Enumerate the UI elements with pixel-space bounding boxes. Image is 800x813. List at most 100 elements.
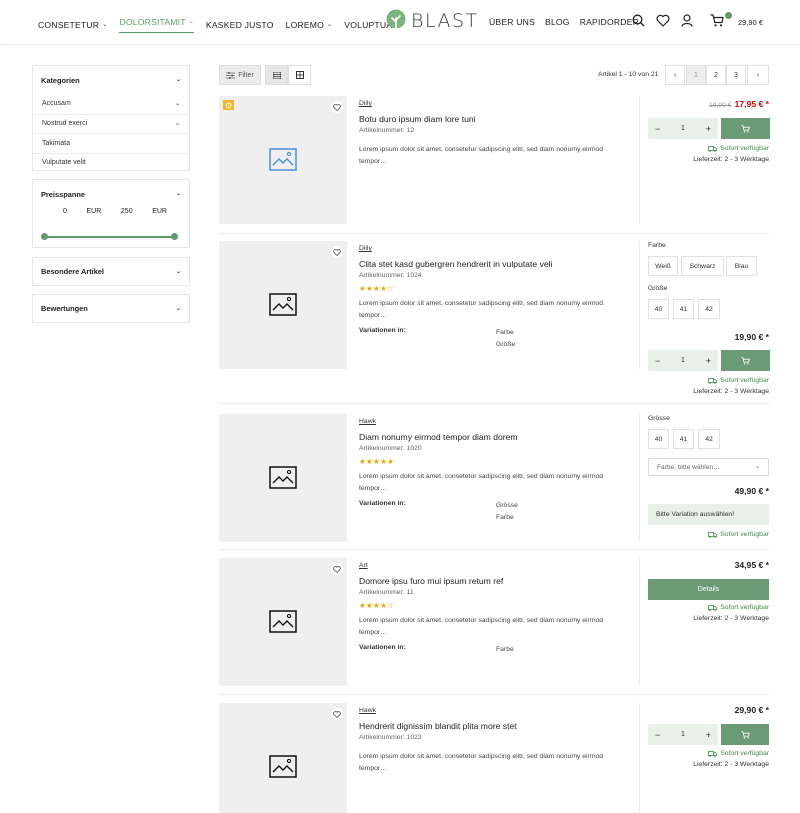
filter-ratings[interactable]: Bewertungen ⌄ [32, 294, 190, 323]
pagination-page-1[interactable]: 1 [686, 65, 706, 85]
nav-item-dolorsitamit[interactable]: DOLORSITAMIT ⌄ [119, 17, 194, 33]
nav-item-kasked-justo[interactable]: KASKED JUSTO [206, 17, 274, 33]
variation-item: Größe [496, 340, 516, 348]
plus-icon[interactable]: + [706, 356, 711, 366]
product-image[interactable] [219, 241, 347, 369]
option-size-42[interactable]: 42 [698, 299, 720, 319]
add-to-cart-button[interactable] [721, 118, 770, 139]
product-image[interactable] [219, 703, 347, 813]
filter-special[interactable]: Besondere Artikel ⌄ [32, 257, 190, 286]
filter-ratings-header[interactable]: Bewertungen ⌄ [33, 295, 189, 322]
nav-item-rapidorder[interactable]: RAPIDORDER [580, 17, 639, 27]
product-title[interactable]: Hendrerit dignissim blandit plita more s… [359, 721, 629, 731]
wishlist-button[interactable] [331, 708, 343, 720]
option-size-41[interactable]: 41 [673, 299, 694, 319]
grid-view-button[interactable] [288, 65, 311, 85]
availability-status: Sofort verfügbar [708, 750, 769, 757]
minus-icon[interactable]: − [655, 356, 660, 366]
filter-price: Preisspanne ⌄ 0 EUR 250 EUR [32, 179, 190, 248]
option-blau[interactable]: Blau [726, 256, 757, 276]
add-to-cart-button[interactable] [721, 724, 769, 745]
pagination-prev[interactable]: ‹ [665, 65, 685, 85]
product-price: 29,90 € * [734, 705, 769, 715]
filter-price-header[interactable]: Preisspanne ⌄ [33, 180, 189, 208]
option-size-40[interactable]: 40 [648, 429, 669, 449]
quantity-stepper[interactable]: − 1 + [648, 350, 718, 371]
heart-icon[interactable] [656, 14, 670, 27]
add-to-cart-button[interactable] [721, 350, 770, 371]
option-weiss[interactable]: Weiß [648, 256, 678, 276]
cart-count-badge [725, 12, 732, 19]
price-max[interactable]: 250 [121, 208, 133, 215]
cart-total[interactable]: 29,90 € [738, 18, 763, 27]
chevron-down-icon[interactable]: ⌄ [175, 121, 180, 127]
product-number: Artikelnummer: 11 [359, 589, 414, 596]
product-title[interactable]: Diam nonumy eirmod tempor diam dorem [359, 432, 629, 442]
product-brand-link[interactable]: Dilly [359, 245, 629, 252]
quantity-stepper[interactable]: − 1 + [648, 724, 718, 745]
list-view-button[interactable] [265, 65, 288, 85]
nav-item-ueber-uns[interactable]: ÜBER UNS [489, 17, 535, 27]
filter-categories-header[interactable]: Kategorien ⌄ [33, 66, 189, 94]
product-description: Lorem ipsum dolor sit amet, consetetur s… [359, 146, 604, 165]
site-logo[interactable]: BLAST [385, 9, 479, 33]
nav-item-blog[interactable]: BLOG [545, 17, 570, 27]
product-brand-link[interactable]: Art [359, 562, 629, 569]
category-item-nostrud-exerci[interactable]: Nostrud exerci ⌄ [33, 113, 189, 134]
price-slider-max-handle[interactable] [171, 233, 178, 240]
wishlist-button[interactable] [331, 246, 343, 258]
price-min-currency: EUR [86, 208, 102, 215]
product-image[interactable] [219, 96, 347, 224]
filter-button[interactable]: Filter [219, 65, 261, 85]
nav-item-consetetur[interactable]: CONSETETUR ⌄ [38, 17, 107, 33]
cart-icon[interactable] [710, 14, 724, 27]
product-number: Artikelnummer: 1020 [359, 445, 422, 452]
pagination-page-2[interactable]: 2 [706, 65, 726, 85]
sale-price: 17,95 € * [734, 99, 769, 109]
option-schwarz[interactable]: Schwarz [681, 256, 724, 276]
category-item-vulputate-velit[interactable]: Vulputate velit [33, 152, 189, 173]
option-size-40[interactable]: 40 [648, 299, 669, 319]
filter-special-header[interactable]: Besondere Artikel ⌄ [33, 258, 189, 285]
price-max-currency: EUR [152, 208, 167, 215]
product-title[interactable]: Botu duro ipsum diam lore tuni [359, 114, 629, 124]
price-slider-min-handle[interactable] [41, 233, 48, 240]
search-icon[interactable] [632, 14, 645, 27]
header-actions [632, 14, 724, 27]
wishlist-button[interactable] [331, 563, 343, 575]
product-brand-link[interactable]: Hawk [359, 418, 629, 425]
quantity-value[interactable]: 1 [681, 125, 685, 132]
wishlist-button[interactable] [331, 101, 343, 113]
option-size-41[interactable]: 41 [673, 429, 694, 449]
option-size-42[interactable]: 42 [698, 429, 720, 449]
product-title[interactable]: Domore ipsu furo mui ipsum retum ref [359, 576, 629, 586]
price-slider-track[interactable] [44, 236, 176, 238]
row-divider [219, 233, 769, 234]
color-select[interactable]: Farbe, bitte wählen… ⌄ [648, 458, 769, 476]
category-item-accusam[interactable]: Accusam ⌄ [33, 94, 189, 114]
minus-icon[interactable]: − [655, 124, 660, 134]
product-image[interactable] [219, 558, 347, 686]
plus-icon[interactable]: + [706, 730, 711, 740]
details-button[interactable]: Details [648, 579, 769, 600]
quantity-value[interactable]: 1 [681, 731, 685, 738]
minus-icon[interactable]: − [655, 730, 660, 740]
price-min[interactable]: 0 [63, 208, 67, 215]
pagination-page-3[interactable]: 3 [726, 65, 746, 85]
quantity-value[interactable]: 1 [681, 357, 685, 364]
product-brand-link[interactable]: Dilly [359, 100, 629, 107]
product-image[interactable] [219, 414, 347, 542]
product-number: Artikelnummer: 1023 [359, 734, 422, 741]
product-description: Lorem ipsum dolor sit amet, consetetur s… [359, 753, 604, 772]
user-icon[interactable] [681, 14, 693, 27]
quantity-stepper[interactable]: − 1 + [648, 118, 718, 139]
nav-item-loremo[interactable]: LOREMO ⌄ [286, 17, 333, 33]
pagination-next[interactable]: › [747, 65, 769, 85]
secondary-nav: ÜBER UNS BLOG RAPIDORDER [489, 17, 639, 27]
product-brand-link[interactable]: Hawk [359, 707, 629, 714]
chevron-down-icon[interactable]: ⌄ [175, 101, 180, 107]
plus-icon[interactable]: + [706, 124, 711, 134]
heart-icon [333, 103, 341, 111]
product-title[interactable]: Clita stet kasd gubergren hendrerit in v… [359, 259, 629, 269]
category-item-takimata[interactable]: Takimata [33, 133, 189, 153]
